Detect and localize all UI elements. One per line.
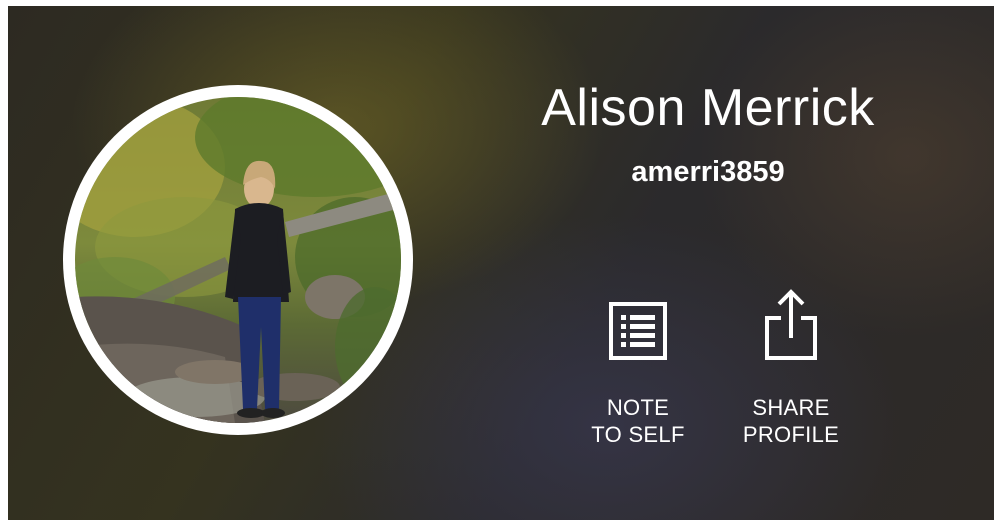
profile-username: amerri3859: [631, 156, 785, 188]
avatar[interactable]: [63, 85, 413, 435]
profile-name: Alison Merrick: [541, 79, 875, 137]
share-profile-label: SHARE PROFILE: [742, 395, 840, 447]
note-to-self-button[interactable]: NOTE TO SELF: [563, 288, 713, 448]
note-list-icon: [609, 302, 667, 360]
note-to-self-label: NOTE TO SELF: [591, 395, 685, 447]
profile-photo: [75, 97, 401, 423]
profile-card: Alison Merrick amerri3859 NOTE TO SELF S…: [8, 6, 994, 520]
share-icon: [765, 289, 817, 360]
share-profile-button[interactable]: SHARE PROFILE: [716, 288, 866, 448]
